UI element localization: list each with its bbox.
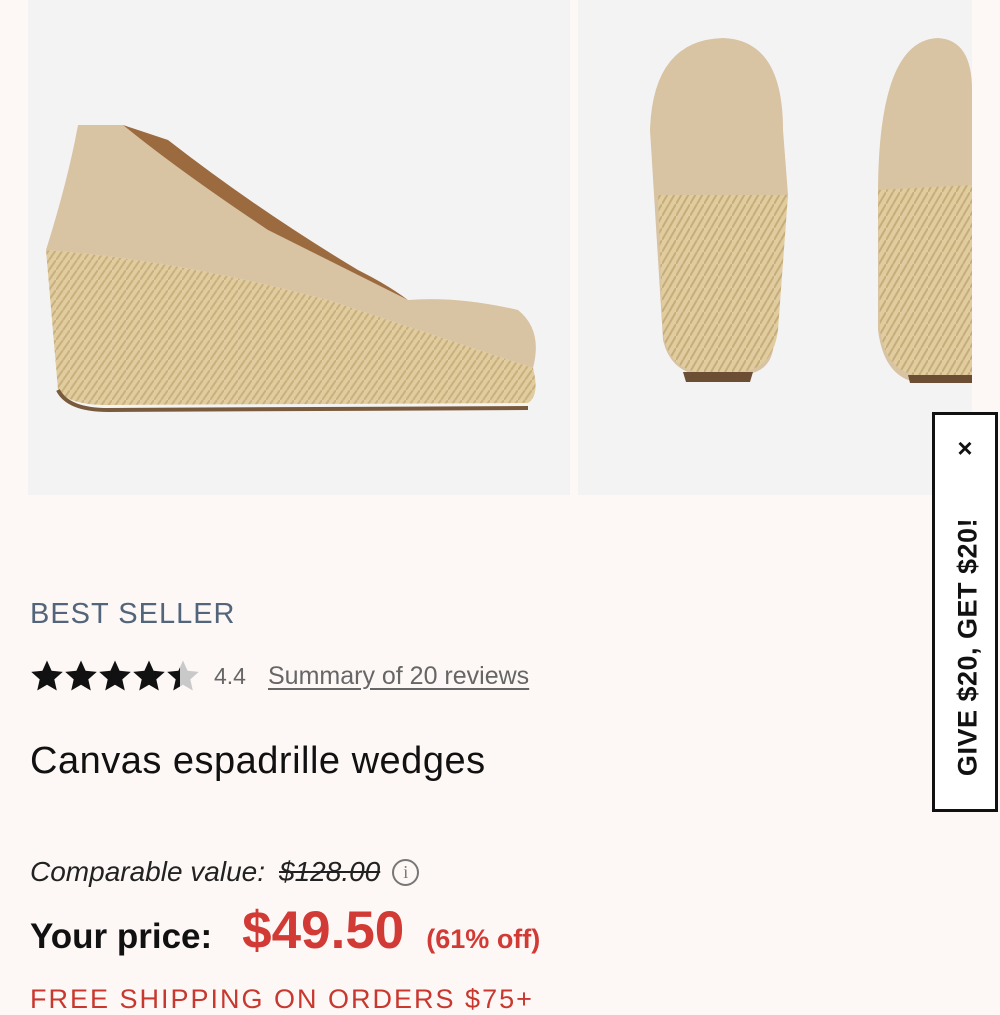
comparable-value-row: Comparable value: $128.00 i — [30, 856, 420, 888]
close-icon[interactable]: × — [935, 433, 995, 464]
star-icon — [31, 660, 63, 691]
star-icon — [133, 660, 165, 691]
product-image-gallery[interactable] — [0, 0, 1000, 500]
promo-tab-label[interactable]: GIVE $20, GET $20! — [953, 518, 984, 776]
product-title: Canvas espadrille wedges — [30, 740, 486, 782]
price-row: Your price: $49.50 (61% off) — [30, 900, 540, 961]
product-image-back-view[interactable] — [578, 0, 972, 495]
reviews-summary-link[interactable]: Summary of 20 reviews — [268, 662, 529, 691]
sale-price: $49.50 — [242, 901, 405, 960]
rating-row: 4.4 Summary of 20 reviews — [30, 656, 529, 696]
your-price-label: Your price: — [30, 917, 213, 956]
star-rating[interactable] — [30, 659, 200, 693]
best-seller-badge: BEST SELLER — [30, 598, 236, 630]
star-icon — [167, 660, 199, 691]
info-icon[interactable]: i — [392, 858, 420, 886]
original-price: $128.00 — [279, 856, 381, 887]
star-icon — [65, 660, 97, 691]
shoes-back-illustration — [650, 38, 972, 383]
star-icon — [99, 660, 131, 691]
discount-percent: (61% off) — [426, 924, 541, 954]
referral-promo-tab[interactable]: × GIVE $20, GET $20! — [932, 412, 998, 812]
shoe-side-illustration — [46, 125, 536, 413]
rating-value: 4.4 — [214, 662, 246, 689]
comparable-value-label: Comparable value: — [30, 856, 266, 887]
product-image-side-view[interactable] — [28, 0, 570, 495]
